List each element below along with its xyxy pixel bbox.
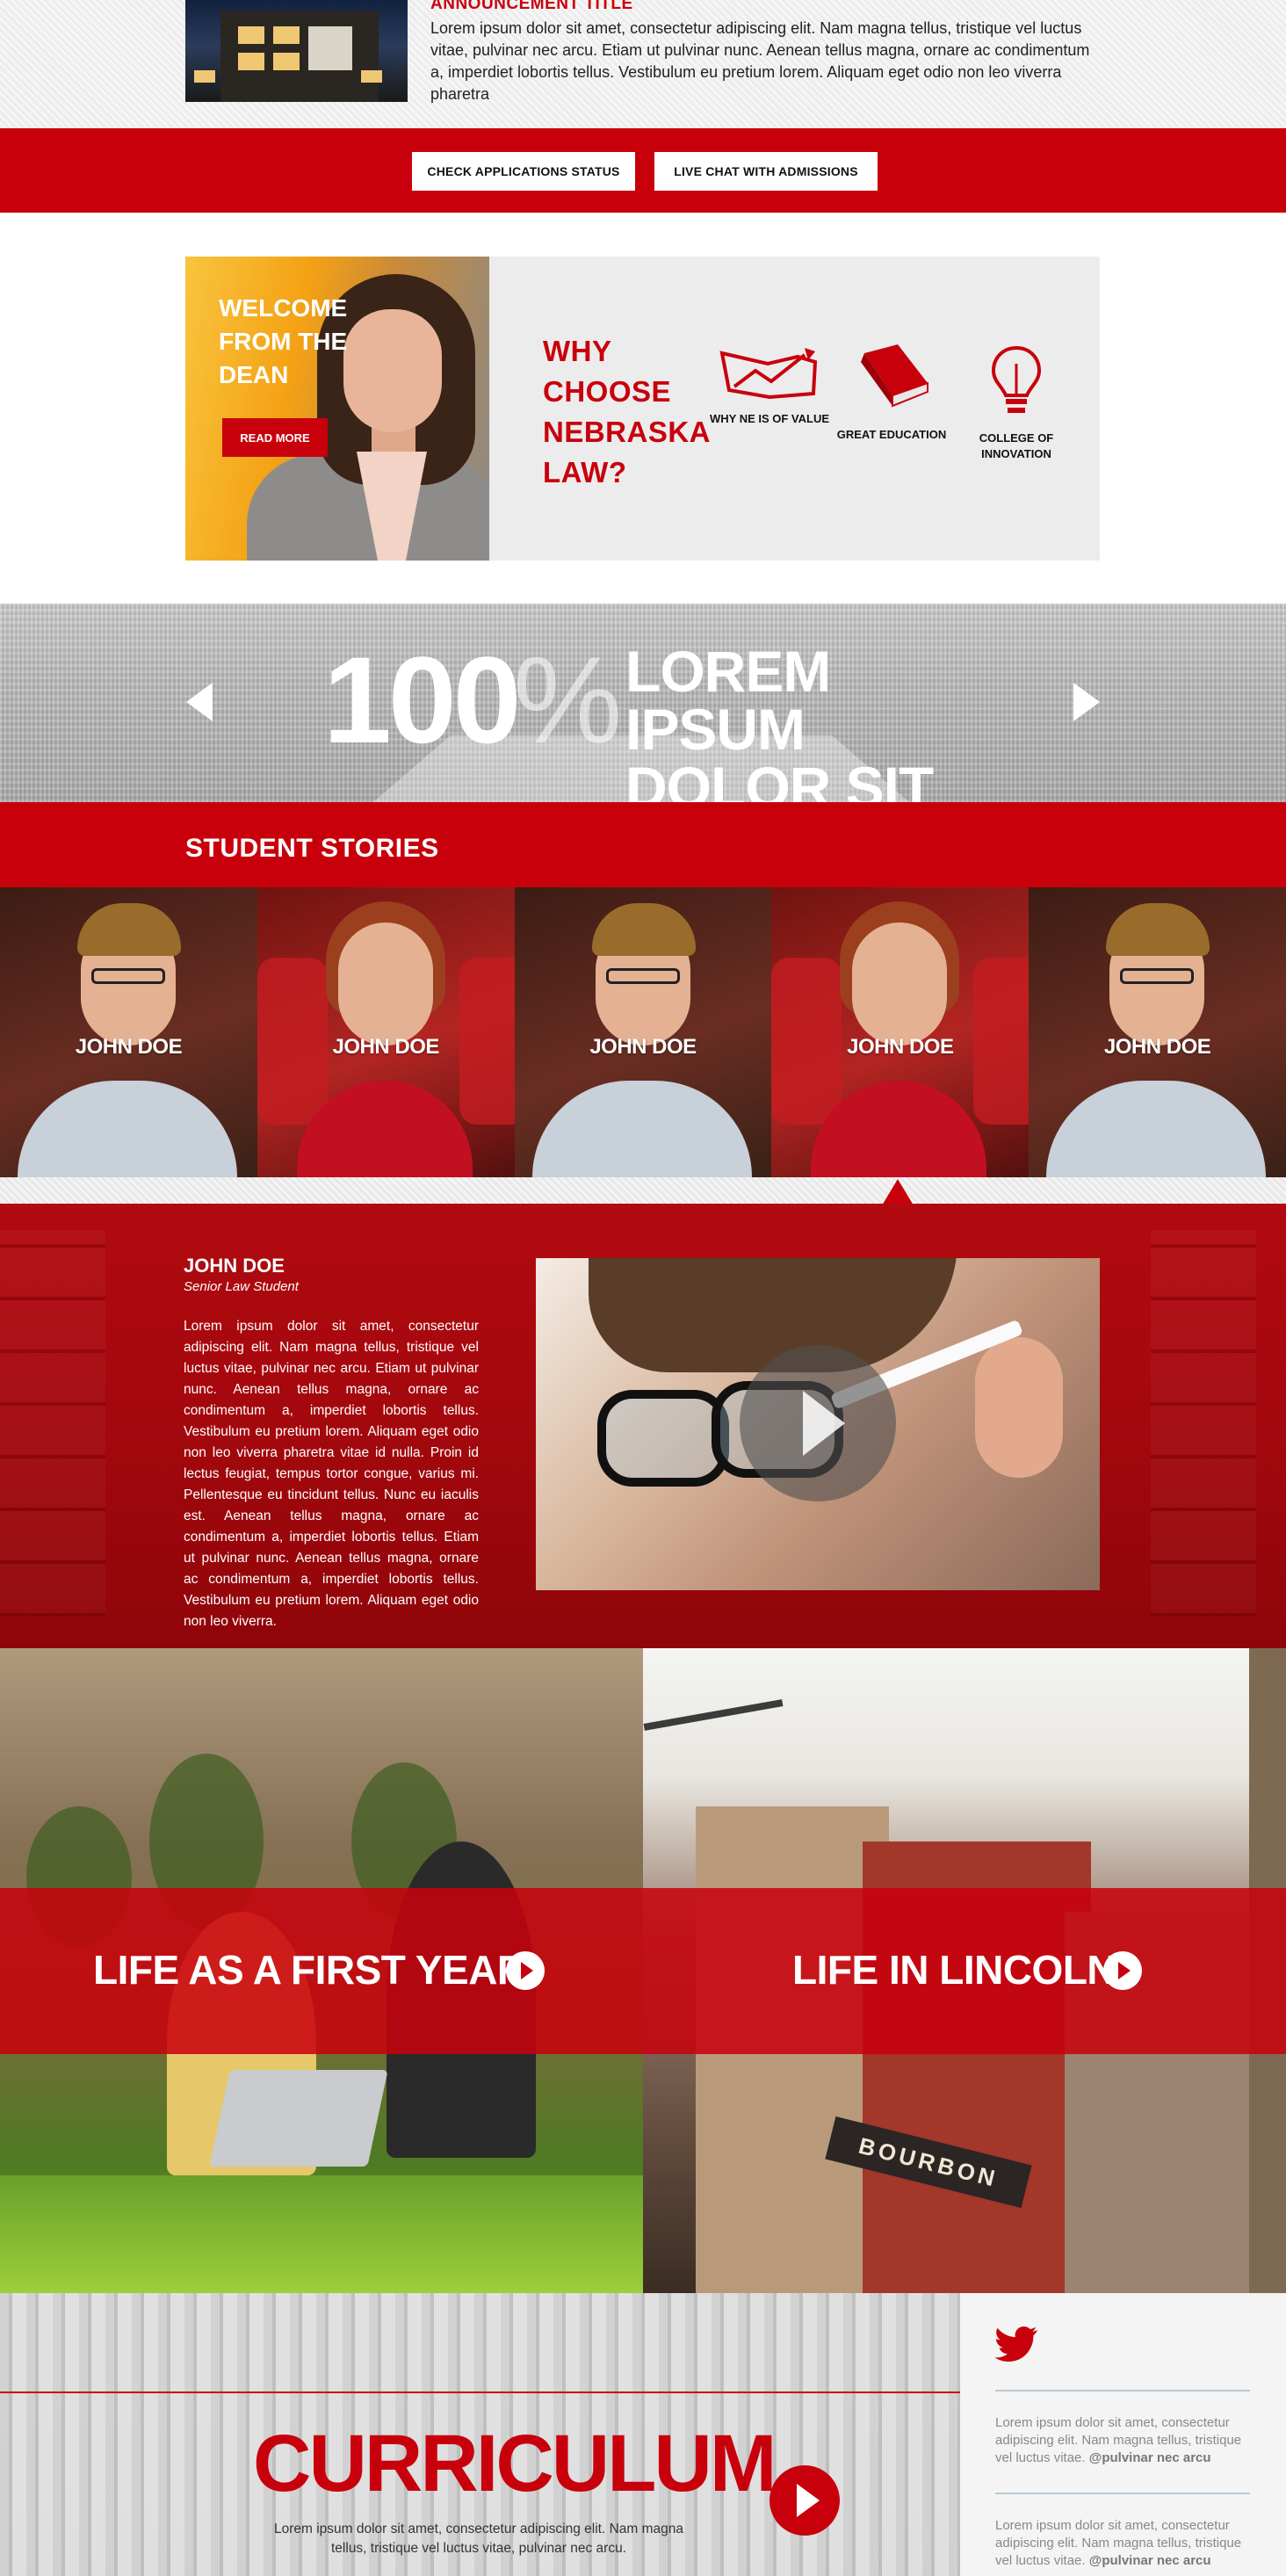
life-tiles: LIFE AS A FIRST YEAR BOURBON LIFE IN LIN… bbox=[0, 1648, 1286, 2293]
play-circle-icon[interactable] bbox=[506, 1951, 545, 1990]
announcement-building-photo bbox=[185, 0, 408, 102]
student-card[interactable]: JOHN DOE bbox=[1029, 887, 1286, 1177]
life-in-lincoln-label: LIFE IN LINCOLN bbox=[792, 1947, 1116, 1993]
student-stories-header: STUDENT STORIES bbox=[0, 802, 1286, 887]
dean-photo: WELCOME FROM THE DEAN READ MORE bbox=[185, 257, 489, 561]
featured-student-role: Senior Law Student bbox=[184, 1279, 299, 1294]
student-stories-title: STUDENT STORIES bbox=[185, 834, 439, 863]
student-name: JOHN DOE bbox=[332, 1035, 440, 1059]
student-name: JOHN DOE bbox=[589, 1035, 697, 1059]
announcement-title[interactable]: ANNOUNCEMENT TITLE bbox=[430, 0, 633, 14]
life-first-year-label: LIFE AS A FIRST YEAR bbox=[93, 1947, 526, 1993]
dean-section: WELCOME FROM THE DEAN READ MORE WHY CHOO… bbox=[185, 257, 1100, 561]
college-of-innovation-link[interactable]: COLLEGE OF INNOVATION bbox=[955, 344, 1078, 462]
curriculum-divider bbox=[0, 2391, 960, 2393]
featured-student-section: JOHN DOE Senior Law Student Lorem ipsum … bbox=[0, 1204, 1286, 1648]
stat-unit: % bbox=[513, 631, 623, 769]
live-chat-button[interactable]: LIVE CHAT WITH ADMISSIONS bbox=[654, 152, 878, 191]
tweet: Lorem ipsum dolor sit amet, consectetur … bbox=[995, 2493, 1250, 2570]
featured-student-bio: Lorem ipsum dolor sit amet, consectetur … bbox=[184, 1319, 479, 1629]
curriculum-play-icon[interactable] bbox=[769, 2465, 840, 2536]
stat-number: 100 bbox=[323, 631, 522, 769]
announcement-text: Lorem ipsum dolor sit amet, consectetur … bbox=[430, 19, 1090, 103]
curriculum-section: CURRICULUM Lorem ipsum dolor sit amet, c… bbox=[0, 2293, 1286, 2576]
life-first-year-tile[interactable]: LIFE AS A FIRST YEAR bbox=[0, 1648, 643, 2293]
tweet-handle[interactable]: @pulvinar nec arcu bbox=[1089, 2553, 1211, 2568]
featured-student-name: JOHN DOE bbox=[184, 1255, 285, 1277]
twitter-feed: Lorem ipsum dolor sit amet, consectetur … bbox=[960, 2293, 1286, 2576]
featured-student-video[interactable] bbox=[536, 1258, 1100, 1590]
student-name: JOHN DOE bbox=[847, 1035, 954, 1059]
book-icon bbox=[861, 344, 928, 408]
read-more-button[interactable]: READ MORE bbox=[222, 418, 328, 457]
why-value-link[interactable]: WHY NE IS OF VALUE bbox=[708, 344, 831, 427]
tweet: Lorem ipsum dolor sit amet, consectetur … bbox=[995, 2390, 1250, 2467]
student-card[interactable]: JOHN DOE bbox=[514, 887, 772, 1177]
next-slide-arrow-icon[interactable] bbox=[1073, 683, 1100, 721]
prev-slide-arrow-icon[interactable] bbox=[186, 683, 213, 721]
dean-welcome-heading: WELCOME FROM THE DEAN bbox=[219, 294, 348, 388]
stat-banner: 100 % LOREM IPSUM DOLOR SIT bbox=[0, 604, 1286, 802]
student-card[interactable]: JOHN DOE bbox=[0, 887, 257, 1177]
stat-caption: LOREM IPSUM DOLOR SIT bbox=[625, 639, 934, 802]
chart-icon bbox=[719, 348, 818, 400]
tweet-handle[interactable]: @pulvinar nec arcu bbox=[1089, 2450, 1211, 2465]
student-stories-row: JOHN DOE JOHN DOE JOHN DOE JOHN DOE JOHN… bbox=[0, 887, 1286, 1177]
twitter-bird-icon[interactable] bbox=[995, 2325, 1039, 2362]
great-education-link[interactable]: GREAT EDUCATION bbox=[830, 344, 953, 443]
why-item-label: COLLEGE OF INNOVATION bbox=[979, 431, 1054, 460]
play-circle-icon[interactable] bbox=[1103, 1951, 1142, 1990]
student-name: JOHN DOE bbox=[1103, 1035, 1211, 1059]
stories-divider bbox=[0, 1177, 1286, 1204]
curriculum-title[interactable]: CURRICULUM bbox=[253, 2423, 777, 2504]
check-application-status-button[interactable]: CHECK APPLICATIONS STATUS bbox=[412, 152, 635, 191]
lightbulb-icon bbox=[991, 345, 1042, 413]
curriculum-text: Lorem ipsum dolor sit amet, consectetur … bbox=[273, 2522, 684, 2556]
student-name: JOHN DOE bbox=[75, 1035, 183, 1059]
why-item-label: GREAT EDUCATION bbox=[836, 428, 947, 441]
why-choose-heading: WHY CHOOSE NEBRASKA LAW? bbox=[543, 335, 710, 488]
student-card[interactable]: JOHN DOE bbox=[771, 887, 1030, 1177]
student-card[interactable]: JOHN DOE bbox=[256, 887, 515, 1177]
video-play-icon[interactable] bbox=[740, 1345, 896, 1501]
why-item-label: WHY NE IS OF VALUE bbox=[709, 412, 830, 425]
action-bar: CHECK APPLICATIONS STATUS LIVE CHAT WITH… bbox=[0, 128, 1286, 213]
announcement-section: ANNOUNCEMENT TITLE Lorem ipsum dolor sit… bbox=[0, 0, 1286, 128]
life-in-lincoln-tile[interactable]: BOURBON LIFE IN LINCOLN bbox=[643, 1648, 1286, 2293]
selected-story-pointer-icon bbox=[882, 1179, 914, 1205]
